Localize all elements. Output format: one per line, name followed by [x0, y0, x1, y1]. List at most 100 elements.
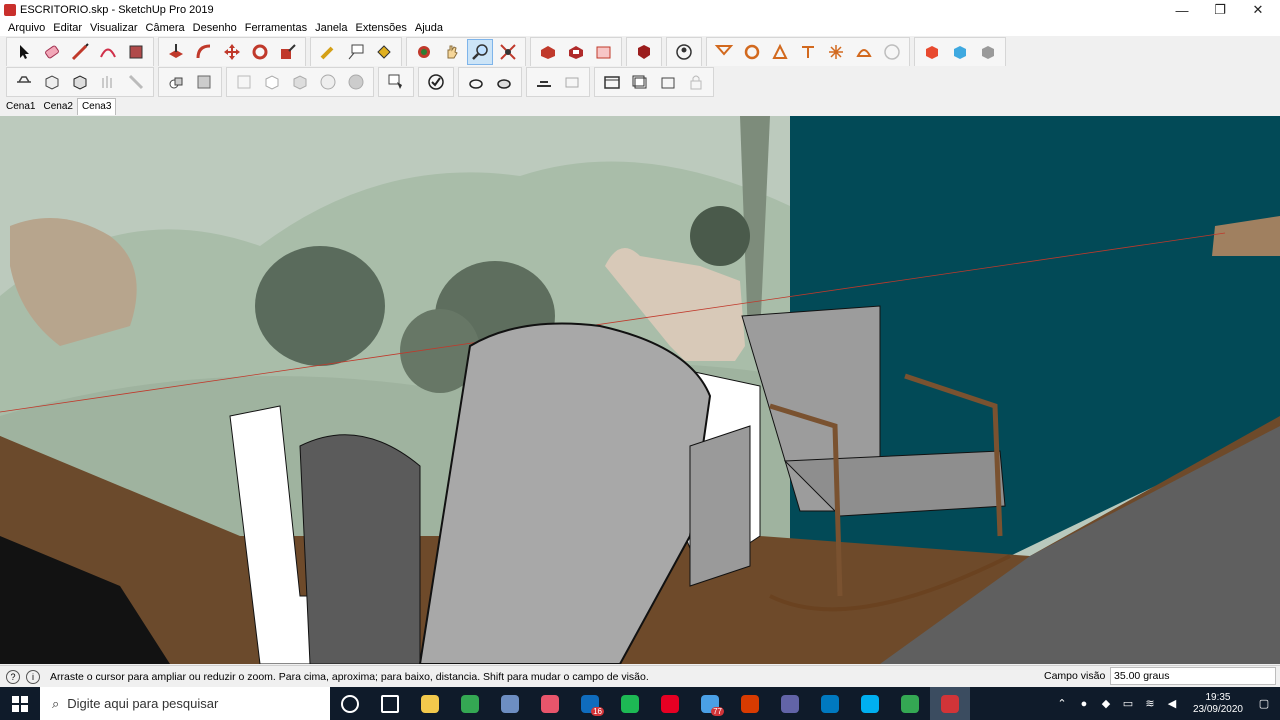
sandbox-stamp-icon[interactable]	[767, 39, 793, 65]
menu-janela[interactable]: Janela	[311, 20, 351, 36]
views-right-icon[interactable]	[123, 69, 149, 95]
taskbar-clock[interactable]: 19:35 23/09/2020	[1193, 692, 1243, 716]
3d-warehouse-icon[interactable]	[535, 39, 561, 65]
styles-backedges-icon[interactable]	[191, 69, 217, 95]
account-icon[interactable]	[671, 39, 697, 65]
colorful-app-icon[interactable]	[530, 687, 570, 720]
security-icon[interactable]: ●	[1076, 698, 1092, 710]
arc-tool-icon[interactable]	[95, 39, 121, 65]
spotify-icon[interactable]	[610, 687, 650, 720]
styles-wireframe-icon[interactable]	[231, 69, 257, 95]
views-top-icon[interactable]	[67, 69, 93, 95]
tape-measure-tool-icon[interactable]	[315, 39, 341, 65]
geo-location-icon[interactable]: ?	[6, 669, 20, 684]
styles-textured-icon[interactable]	[315, 69, 341, 95]
windows-start-icon[interactable]	[0, 687, 40, 720]
sandbox-smoove-icon[interactable]	[739, 39, 765, 65]
styles-shaded-icon[interactable]	[287, 69, 313, 95]
mail-icon[interactable]: 77	[690, 687, 730, 720]
skype-icon[interactable]	[850, 687, 890, 720]
system-tray: ⌃ ● ◆ ▭ ≋ ◀ 19:35 23/09/2020 ▢	[1051, 687, 1280, 720]
sandbox-tools-icon[interactable]	[711, 39, 737, 65]
cortana-icon[interactable]	[330, 687, 370, 720]
scene-tab-1[interactable]: Cena1	[2, 99, 39, 115]
sketchup-icon[interactable]	[930, 687, 970, 720]
taskbar-search-box[interactable]: ⌕ Digite aqui para pesquisar	[40, 687, 330, 720]
zoom-tool-icon[interactable]	[467, 38, 493, 65]
solid-tools-icon[interactable]	[879, 39, 905, 65]
layout-icon[interactable]	[591, 39, 617, 65]
menu-arquivo[interactable]: Arquivo	[4, 20, 49, 36]
info-icon[interactable]: i	[26, 669, 40, 684]
scene-tab-3[interactable]: Cena3	[76, 98, 117, 115]
styles-hidden-line-icon[interactable]	[259, 69, 285, 95]
file-explorer-icon[interactable]	[410, 687, 450, 720]
components-icon[interactable]	[383, 69, 409, 95]
sandbox-drape-icon[interactable]	[795, 39, 821, 65]
menu-extensoes[interactable]: Extensões	[352, 20, 411, 36]
move-tool-icon[interactable]	[219, 39, 245, 65]
task-view-icon[interactable]	[370, 687, 410, 720]
volume-icon[interactable]: ◀	[1164, 697, 1180, 710]
text-tool-icon[interactable]	[343, 39, 369, 65]
eraser-tool-icon[interactable]	[39, 39, 65, 65]
menu-ajuda[interactable]: Ajuda	[411, 20, 447, 36]
close-button[interactable]: ✕	[1238, 0, 1278, 20]
outlook-icon[interactable]: 16	[570, 687, 610, 720]
maximize-button[interactable]: ❐	[1200, 0, 1240, 20]
teapot-icon[interactable]	[463, 69, 489, 95]
paint-bucket-tool-icon[interactable]	[371, 39, 397, 65]
chrome-icon[interactable]	[450, 687, 490, 720]
styles-xray-icon[interactable]	[163, 69, 189, 95]
pinterest-icon[interactable]	[650, 687, 690, 720]
calculator-icon[interactable]	[490, 687, 530, 720]
orbit-tool-icon[interactable]	[411, 39, 437, 65]
chevron-up-icon[interactable]: ⌃	[1054, 697, 1070, 710]
measurements-input[interactable]: 35.00 graus	[1110, 667, 1276, 685]
zoom-extents-tool-icon[interactable]	[495, 39, 521, 65]
menu-ferramentas[interactable]: Ferramentas	[241, 20, 311, 36]
battery-icon[interactable]: ▭	[1120, 697, 1136, 710]
minimize-button[interactable]: —	[1162, 0, 1202, 20]
pan-tool-icon[interactable]	[439, 39, 465, 65]
views-iso-icon[interactable]	[39, 69, 65, 95]
chrome-icon-2[interactable]	[890, 687, 930, 720]
scene-tab-2[interactable]: Cena2	[39, 99, 76, 115]
section-plane-icon[interactable]	[11, 69, 37, 95]
gray-cube-icon[interactable]	[975, 39, 1001, 65]
extension-warehouse-icon[interactable]	[563, 39, 589, 65]
3d-viewport[interactable]	[0, 116, 1280, 664]
follow-me-tool-icon[interactable]	[191, 39, 217, 65]
push-pull-tool-icon[interactable]	[163, 39, 189, 65]
menu-camera[interactable]: Câmera	[142, 20, 189, 36]
sandbox-detail-icon[interactable]	[823, 39, 849, 65]
views-front-icon[interactable]	[95, 69, 121, 95]
check-icon[interactable]	[423, 69, 449, 95]
menu-desenho[interactable]: Desenho	[189, 20, 241, 36]
teams-icon[interactable]	[770, 687, 810, 720]
notifications-icon[interactable]: ▢	[1256, 697, 1272, 710]
select-tool-icon[interactable]	[11, 39, 37, 65]
trello-icon[interactable]	[810, 687, 850, 720]
line-tool-icon[interactable]	[67, 39, 93, 65]
extension-manager-icon[interactable]	[631, 39, 657, 65]
camera-icon[interactable]	[559, 69, 585, 95]
blue-cube-icon[interactable]	[947, 39, 973, 65]
sandbox-flip-icon[interactable]	[851, 39, 877, 65]
menu-editar[interactable]: Editar	[49, 20, 86, 36]
window-stack-icon[interactable]	[627, 69, 653, 95]
styles-monochrome-icon[interactable]	[343, 69, 369, 95]
lock-icon[interactable]	[683, 69, 709, 95]
fog-icon[interactable]	[531, 69, 557, 95]
scale-tool-icon[interactable]	[275, 39, 301, 65]
office-icon[interactable]	[730, 687, 770, 720]
window-layout-icon[interactable]	[599, 69, 625, 95]
shadows-icon[interactable]	[491, 69, 517, 95]
ruby-icon[interactable]	[919, 39, 945, 65]
window-cascade-icon[interactable]	[655, 69, 681, 95]
rotate-tool-icon[interactable]	[247, 39, 273, 65]
shape-tool-icon[interactable]	[123, 39, 149, 65]
dropbox-icon[interactable]: ◆	[1098, 697, 1114, 710]
menu-visualizar[interactable]: Visualizar	[86, 20, 142, 36]
wifi-icon[interactable]: ≋	[1142, 697, 1158, 710]
